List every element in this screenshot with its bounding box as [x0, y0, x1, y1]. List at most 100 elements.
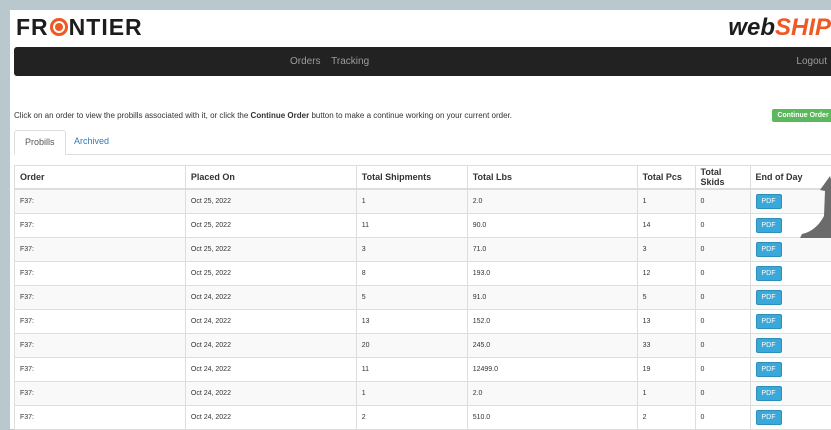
cell-pcs: 14 [637, 214, 695, 238]
cell-end-of-day: PDF [750, 334, 831, 358]
cell-pcs: 12 [637, 262, 695, 286]
cell-skids: 0 [695, 334, 750, 358]
cell-lbs: 193.0 [467, 262, 637, 286]
cell-end-of-day: PDF [750, 262, 831, 286]
table-header-row: Order Placed On Total Shipments Total Lb… [15, 166, 831, 190]
cell-lbs: 152.0 [467, 310, 637, 334]
cell-order[interactable]: F37: [15, 214, 186, 238]
cell-order[interactable]: F37: [15, 262, 186, 286]
header-total-shipments[interactable]: Total Shipments [356, 166, 467, 190]
cell-shipments: 5 [356, 286, 467, 310]
table-row[interactable]: F37: Oct 24, 2022 5 91.0 5 0 PDF [15, 286, 831, 310]
order-id: F37: [20, 198, 34, 205]
cell-skids: 0 [695, 189, 750, 214]
cell-pcs: 13 [637, 310, 695, 334]
tab-probills[interactable]: Probills [14, 130, 66, 155]
order-id: F37: [20, 246, 34, 253]
header-order[interactable]: Order [15, 166, 186, 190]
cell-shipments: 20 [356, 334, 467, 358]
header-placed-on[interactable]: Placed On [185, 166, 356, 190]
cell-lbs: 510.0 [467, 406, 637, 430]
cell-order[interactable]: F37: [15, 382, 186, 406]
header-total-skids[interactable]: Total Skids [695, 166, 750, 190]
cell-placed-on: Oct 24, 2022 [185, 358, 356, 382]
table-row[interactable]: F37: Oct 24, 2022 11 12499.0 19 0 PDF [15, 358, 831, 382]
table-row[interactable]: F37: Oct 24, 2022 20 245.0 33 0 PDF [15, 334, 831, 358]
logout-link[interactable]: Logout [796, 56, 827, 67]
cell-placed-on: Oct 24, 2022 [185, 334, 356, 358]
pdf-button[interactable]: PDF [756, 314, 782, 329]
cell-order[interactable]: F37: [15, 310, 186, 334]
cell-lbs: 71.0 [467, 238, 637, 262]
cell-end-of-day: PDF [750, 189, 831, 214]
pdf-button[interactable]: PDF [756, 290, 782, 305]
cell-skids: 0 [695, 358, 750, 382]
logo-text-start: FR [16, 14, 49, 40]
table-row[interactable]: F37: Oct 25, 2022 1 2.0 1 0 PDF [15, 189, 831, 214]
continue-order-button[interactable]: Continue Order [772, 109, 831, 122]
cell-order[interactable]: F37: [15, 238, 186, 262]
cell-order[interactable]: F37: [15, 286, 186, 310]
cell-order[interactable]: F37: [15, 189, 186, 214]
cell-pcs: 5 [637, 286, 695, 310]
header-total-pcs[interactable]: Total Pcs [637, 166, 695, 190]
table-row[interactable]: F37: Oct 24, 2022 2 510.0 2 0 PDF [15, 406, 831, 430]
cell-pcs: 1 [637, 189, 695, 214]
cell-order[interactable]: F37: [15, 334, 186, 358]
cell-placed-on: Oct 25, 2022 [185, 189, 356, 214]
cell-lbs: 91.0 [467, 286, 637, 310]
cell-end-of-day: PDF [750, 358, 831, 382]
nav-tracking[interactable]: Tracking [331, 56, 369, 67]
cell-placed-on: Oct 24, 2022 [185, 310, 356, 334]
cell-end-of-day: PDF [750, 382, 831, 406]
cell-placed-on: Oct 25, 2022 [185, 214, 356, 238]
nav-orders[interactable]: Orders [290, 56, 321, 67]
pdf-button[interactable]: PDF [756, 266, 782, 281]
logo-text-end: NTIER [69, 14, 143, 40]
pdf-button[interactable]: PDF [756, 242, 782, 257]
cell-order[interactable]: F37: [15, 406, 186, 430]
cell-shipments: 1 [356, 189, 467, 214]
header-total-lbs[interactable]: Total Lbs [467, 166, 637, 190]
cell-shipments: 11 [356, 358, 467, 382]
cell-pcs: 19 [637, 358, 695, 382]
pdf-button[interactable]: PDF [756, 362, 782, 377]
pdf-button[interactable]: PDF [756, 194, 782, 209]
table-row[interactable]: F37: Oct 24, 2022 13 152.0 13 0 PDF [15, 310, 831, 334]
cell-lbs: 2.0 [467, 382, 637, 406]
order-id: F37: [20, 222, 34, 229]
cell-placed-on: Oct 25, 2022 [185, 238, 356, 262]
header-end-of-day: End of Day [750, 166, 831, 190]
top-navbar: Orders Tracking Logout [14, 47, 831, 76]
cell-skids: 0 [695, 214, 750, 238]
pdf-button[interactable]: PDF [756, 218, 782, 233]
pdf-button[interactable]: PDF [756, 410, 782, 425]
tab-bar: Probills Archived [14, 130, 831, 155]
cell-skids: 0 [695, 262, 750, 286]
cell-shipments: 11 [356, 214, 467, 238]
cell-shipments: 2 [356, 406, 467, 430]
pdf-button[interactable]: PDF [756, 386, 782, 401]
pdf-button[interactable]: PDF [756, 338, 782, 353]
cell-pcs: 3 [637, 238, 695, 262]
table-row[interactable]: F37: Oct 24, 2022 1 2.0 1 0 PDF [15, 382, 831, 406]
probills-table: Order Placed On Total Shipments Total Lb… [14, 165, 831, 430]
table-row[interactable]: F37: Oct 25, 2022 11 90.0 14 0 PDF [15, 214, 831, 238]
order-id: F37: [20, 414, 34, 421]
order-id: F37: [20, 294, 34, 301]
cell-lbs: 2.0 [467, 189, 637, 214]
cell-pcs: 2 [637, 406, 695, 430]
frontier-logo[interactable]: FR NTIER [16, 14, 143, 41]
instructions-before: Click on an order to view the probills a… [14, 111, 251, 120]
order-id: F37: [20, 342, 34, 349]
webship-logo[interactable]: webSHIP [728, 14, 831, 42]
logo-o-icon [50, 18, 68, 36]
cell-lbs: 90.0 [467, 214, 637, 238]
order-id: F37: [20, 270, 34, 277]
tab-archived[interactable]: Archived [64, 130, 119, 154]
cell-order[interactable]: F37: [15, 358, 186, 382]
table-row[interactable]: F37: Oct 25, 2022 8 193.0 12 0 PDF [15, 262, 831, 286]
cell-skids: 0 [695, 382, 750, 406]
table-row[interactable]: F37: Oct 25, 2022 3 71.0 3 0 PDF [15, 238, 831, 262]
cell-end-of-day: PDF [750, 406, 831, 430]
